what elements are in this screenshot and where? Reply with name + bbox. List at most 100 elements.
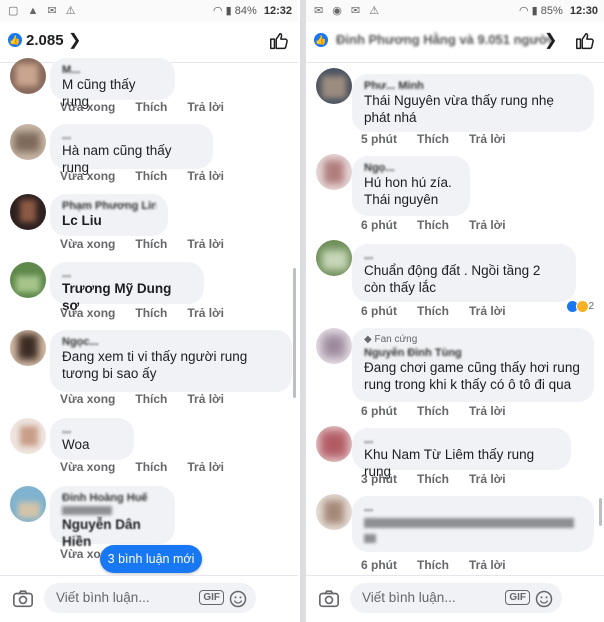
gif-icon[interactable]: GIF (505, 590, 530, 605)
like-link[interactable]: Thích (135, 306, 167, 320)
like-link[interactable]: Thích (135, 100, 167, 114)
commenter-name[interactable]: Phạm Phương Linh (62, 200, 156, 212)
avatar[interactable] (316, 426, 352, 462)
reactors-summary[interactable]: Đinh Phương Hằng và 9.051 người (336, 32, 552, 47)
commenter-name[interactable]: M... (62, 64, 163, 76)
commenter-name[interactable]: ... (364, 434, 559, 446)
comment-item: M... M cũng thấy rung Vừa xong Thích Trả l… (0, 58, 298, 120)
reply-link[interactable]: Trả lời (187, 169, 224, 183)
new-comments-button[interactable]: 3 bình luận mới (100, 545, 202, 573)
gif-icon[interactable]: GIF (199, 590, 224, 605)
commenter-name[interactable]: ... (62, 268, 192, 280)
emoji-icon[interactable] (228, 589, 248, 609)
comment-bubble: M... M cũng thấy rung (50, 58, 175, 109)
right-screenshot: ✉ ◉ ✉ ⚠ ◠ ▮ 85% 12:30 👍 Đinh Phương Hằng… (306, 0, 604, 622)
comment-bubble: ... (352, 496, 594, 552)
chevron-right-icon[interactable]: ❯ (544, 30, 557, 50)
redacted-text (364, 518, 574, 528)
commenter-name[interactable]: ... (62, 130, 201, 142)
commenter-name[interactable]: Ngọ... (364, 162, 458, 174)
commenter-name[interactable]: ... (62, 424, 122, 436)
status-bar: ✉ ◉ ✉ ⚠ ◠ ▮ 85% 12:30 (306, 0, 604, 22)
comment-bubble: Đinh Hoàng Huế Nguyễn Dân Hiền (50, 486, 175, 549)
avatar[interactable] (316, 154, 352, 190)
comment-item: ◆ Fan cứng Nguyễn Đình Tùng Đang chơi ga… (306, 328, 604, 420)
like-link[interactable]: Thích (135, 237, 167, 251)
comment-actions: 5 phút Thích Trả lời (361, 132, 526, 146)
comment-actions: Vừa xong Thích Trả lời (60, 306, 244, 320)
camera-icon[interactable] (12, 588, 34, 610)
comment-text: Đang chơi game cũng thấy hơi rung rung t… (364, 360, 580, 392)
comment-input[interactable]: Viết bình luận... GIF (44, 583, 256, 613)
like-link[interactable]: Thích (135, 460, 167, 474)
avatar[interactable] (10, 262, 46, 298)
avatar[interactable] (10, 330, 46, 366)
comment-reactions[interactable]: 2 (565, 300, 594, 313)
comment-text: Woa (62, 437, 90, 452)
comment-actions: Vừa xong Thích Trả lời (60, 392, 244, 406)
comment-actions: Vừa xong Thích Trả lời (60, 237, 244, 251)
reply-link[interactable]: Trả lời (187, 306, 224, 320)
like-link[interactable]: Thích (135, 169, 167, 183)
reaction-count[interactable]: 2.085 (26, 32, 64, 49)
fan-badge: ◆ Fan cứng (364, 334, 418, 345)
comment-item: ... Trương Mỹ Dung sợ Vừa xong Thích Trả l… (0, 262, 298, 324)
comment-bubble: ... Chuẩn động đất . Ngồi tầng 2 còn thấ… (352, 244, 576, 302)
avatar[interactable] (316, 68, 352, 104)
like-link[interactable]: Thích (417, 558, 449, 572)
avatar[interactable] (10, 418, 46, 454)
redacted-text (62, 506, 112, 515)
avatar[interactable] (10, 58, 46, 94)
commenter-name[interactable]: ... (364, 502, 582, 514)
comment-text: Chuẩn động đất . Ngồi tầng 2 còn thấy lắ… (364, 263, 541, 295)
like-post-icon[interactable] (268, 30, 290, 52)
comment-bubble: Ngọc... Đang xem ti vi thấy người rung t… (50, 330, 292, 392)
comment-time: 3 phút (361, 472, 397, 486)
camera-icon[interactable] (318, 588, 340, 610)
avatar[interactable] (10, 486, 46, 522)
avatar[interactable] (316, 240, 352, 276)
clock: 12:32 (263, 5, 292, 17)
avatar[interactable] (10, 194, 46, 230)
comment-time: Vừa xong (60, 306, 116, 320)
reply-link[interactable]: Trả lời (469, 218, 506, 232)
comment-actions: Vừa xong Thích Trả lời (60, 169, 244, 183)
reply-link[interactable]: Trả lời (469, 132, 506, 146)
comment-actions: 3 phút Thích Trả lời (361, 472, 526, 486)
comment-time: Vừa xong (60, 100, 116, 114)
avatar[interactable] (316, 494, 352, 530)
scrollbar[interactable] (293, 268, 296, 398)
comment-time: Vừa xong (60, 237, 116, 251)
like-post-icon[interactable] (574, 30, 596, 52)
like-link[interactable]: Thích (417, 472, 449, 486)
comment-composer: Viết bình luận... GIF (306, 575, 604, 622)
avatar[interactable] (10, 124, 46, 160)
chevron-right-icon[interactable]: ❯ (68, 30, 81, 50)
reply-link[interactable]: Trả lời (187, 460, 224, 474)
commenter-name[interactable]: Đinh Hoàng Huế (62, 492, 163, 504)
comment-item: Ngọc... Đang xem ti vi thấy người rung t… (0, 330, 298, 410)
commenter-name[interactable]: Nguyễn Đình Tùng (364, 347, 582, 359)
like-link[interactable]: Thích (417, 404, 449, 418)
commenter-name[interactable]: Ngọc... (62, 336, 280, 348)
reply-link[interactable]: Trả lời (469, 304, 506, 318)
reply-link[interactable]: Trả lời (187, 392, 224, 406)
like-link[interactable]: Thích (417, 218, 449, 232)
like-link[interactable]: Thích (417, 304, 449, 318)
like-link[interactable]: Thích (417, 132, 449, 146)
emoji-icon[interactable] (534, 589, 554, 609)
comment-bubble: ◆ Fan cứng Nguyễn Đình Tùng Đang chơi ga… (352, 328, 594, 402)
commenter-name[interactable]: ... (364, 250, 564, 262)
reply-link[interactable]: Trả lời (187, 237, 224, 251)
comment-input[interactable]: Viết bình luận... GIF (350, 583, 562, 613)
reply-link[interactable]: Trả lời (469, 404, 506, 418)
wifi-icon: ◠ (212, 5, 223, 17)
commenter-name[interactable]: Phư... Minh (364, 80, 582, 92)
avatar[interactable] (316, 328, 352, 364)
reply-link[interactable]: Trả lời (469, 472, 506, 486)
like-link[interactable]: Thích (135, 392, 167, 406)
reply-link[interactable]: Trả lời (469, 558, 506, 572)
diamond-icon: ◆ (364, 334, 375, 345)
scrollbar[interactable] (599, 498, 602, 526)
reply-link[interactable]: Trả lời (187, 100, 224, 114)
